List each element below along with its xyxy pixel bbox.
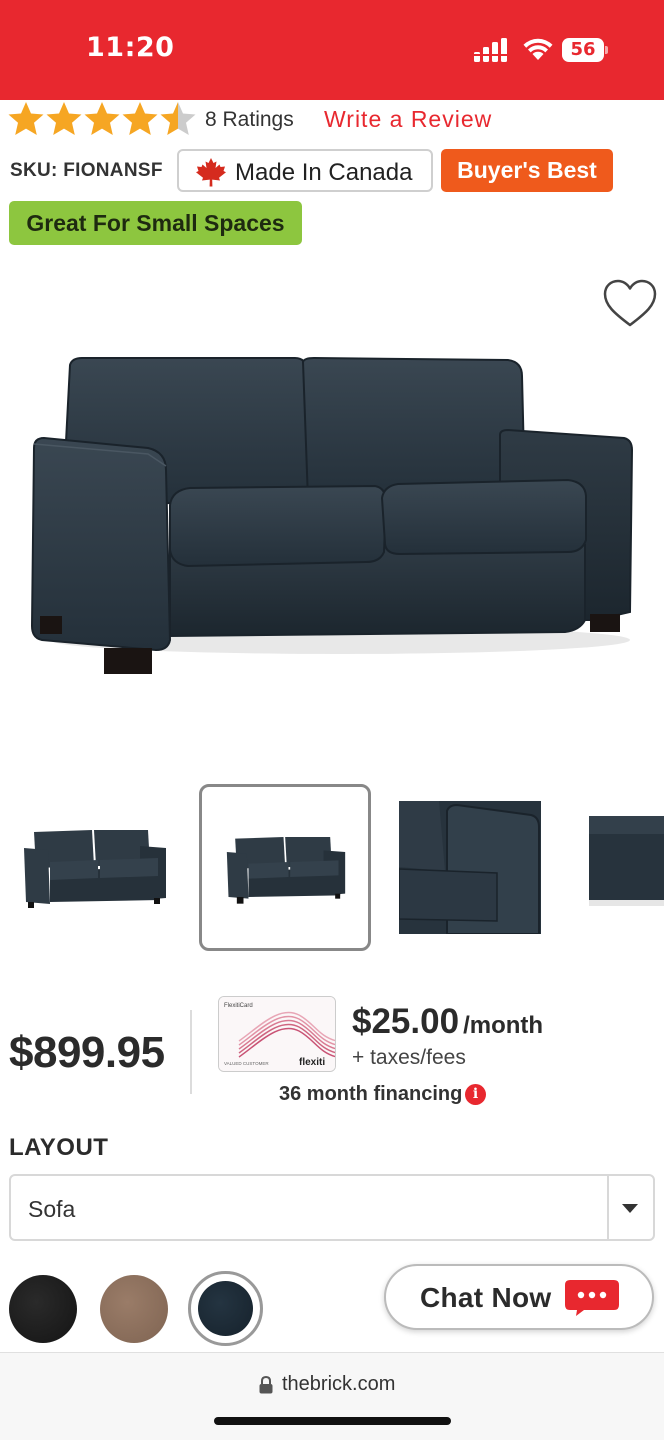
write-review-link[interactable]: Write a Review (324, 106, 492, 133)
home-indicator[interactable] (214, 1417, 451, 1425)
monthly-price: $25.00/month (352, 1002, 543, 1042)
chevron-down-icon (622, 1204, 638, 1213)
buyers-best-badge: Buyer's Best (441, 149, 613, 192)
price-divider (190, 1010, 192, 1094)
maple-leaf-icon (196, 158, 226, 187)
swatch-taupe[interactable] (100, 1275, 168, 1343)
dropdown-separator (607, 1176, 609, 1239)
product-main-image[interactable] (20, 340, 650, 690)
layout-dropdown[interactable]: Sofa (9, 1174, 655, 1241)
star-icon (8, 102, 44, 135)
card-brand: flexiti (299, 1057, 325, 1068)
star-rating[interactable] (8, 99, 198, 139)
star-icon (122, 102, 158, 135)
layout-label: LAYOUT (9, 1134, 109, 1161)
layout-selected-value: Sofa (28, 1196, 76, 1222)
made-in-canada-label: Made In Canada (235, 159, 413, 186)
flexiti-card-image[interactable]: FlexitiCard VALUED CUSTOMER flexiti (218, 996, 336, 1072)
made-in-canada-badge: Made In Canada (177, 149, 433, 192)
product-price: $899.95 (9, 1028, 165, 1077)
chat-bubble-icon (565, 1280, 619, 1316)
thumbnail-sofa-image (589, 816, 664, 906)
card-customer: VALUED CUSTOMER (224, 1061, 269, 1066)
battery-level: 56 (570, 39, 596, 60)
heart-icon[interactable] (602, 278, 658, 330)
thumbnail-2-selected[interactable] (199, 784, 371, 951)
taxes-fees-label: + taxes/fees (352, 1046, 466, 1069)
financing-term: 36 month financing (279, 1083, 463, 1105)
card-title: FlexitiCard (224, 1003, 253, 1009)
lock-icon (259, 1376, 273, 1394)
battery-icon: 56 (562, 38, 608, 62)
per-month-label: /month (463, 1012, 544, 1039)
swatch-black[interactable] (9, 1275, 77, 1343)
swatch-navy-selected[interactable] (188, 1271, 263, 1346)
ratings-count[interactable]: 8 Ratings (205, 108, 294, 132)
thumbnail-4[interactable] (589, 812, 664, 918)
thumbnail-3[interactable] (399, 801, 541, 934)
thumbnail-sofa-image (24, 830, 166, 908)
chat-now-button[interactable]: Chat Now (384, 1264, 654, 1330)
monthly-amount: $25.00 (352, 1002, 460, 1041)
status-bar: 11:20 56 (0, 0, 664, 100)
thumbnail-arm-closeup-image (399, 801, 541, 934)
half-star-icon (160, 102, 196, 135)
sku-label: SKU: FIONANSF (10, 160, 163, 181)
cellular-signal-icon (474, 38, 507, 62)
chat-now-label: Chat Now (420, 1282, 552, 1313)
small-spaces-badge: Great For Small Spaces (9, 201, 302, 245)
thumbnail-sofa-image (226, 837, 346, 904)
url-text[interactable]: thebrick.com (282, 1373, 395, 1396)
wifi-icon (523, 38, 553, 60)
status-time: 11:20 (86, 32, 175, 63)
browser-address-bar[interactable] (0, 1352, 664, 1440)
info-icon[interactable]: i (465, 1084, 486, 1105)
star-icon (46, 102, 82, 135)
star-icon (84, 102, 120, 135)
thumbnail-1[interactable] (20, 818, 170, 914)
swatch-navy-fill (198, 1281, 253, 1336)
